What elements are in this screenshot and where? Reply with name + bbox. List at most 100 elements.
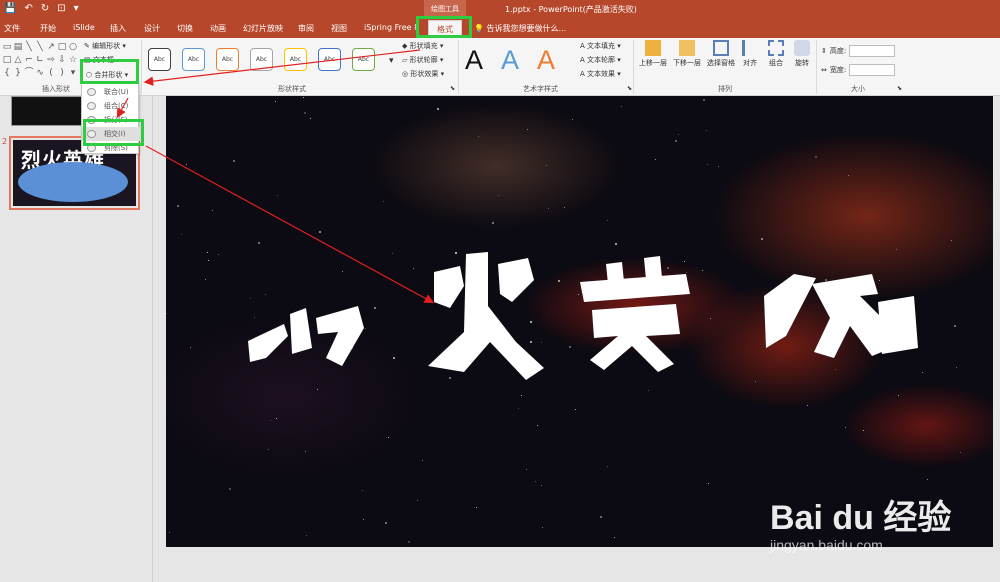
shape-bracket2-icon[interactable]: } bbox=[13, 67, 23, 79]
shape-oval-icon[interactable]: ○ bbox=[68, 41, 78, 53]
shape-effects-button[interactable]: ◎ 形状效果 ▾ bbox=[402, 69, 444, 79]
slide-canvas[interactable] bbox=[166, 96, 993, 547]
shape-gallery[interactable]: ▭ ▤ ╲ ╲ ↗ □ ○ □ △ ⌐ ∟ ⇨ ⇩ ☆ {} ⌒ ∿() ▾ bbox=[2, 41, 78, 79]
shape-arrow-icon[interactable]: ↗ bbox=[46, 41, 56, 53]
star-dot bbox=[303, 97, 304, 98]
group-button[interactable]: 组合 bbox=[766, 40, 786, 68]
shape-line2-icon[interactable]: ╲ bbox=[35, 41, 45, 53]
send-backward-button[interactable]: 下移一层 bbox=[671, 40, 703, 68]
save-icon[interactable]: 💾 bbox=[4, 3, 16, 15]
menu-item-union[interactable]: 联合(U) bbox=[82, 85, 140, 99]
star-dot bbox=[702, 270, 703, 271]
tab-review[interactable]: 审阅 bbox=[298, 23, 314, 34]
star-dot bbox=[647, 292, 649, 294]
shape-bracket3-icon[interactable]: ( bbox=[46, 67, 56, 79]
shape-style-sample[interactable]: Abc bbox=[352, 48, 375, 71]
shape-star-icon[interactable]: ☆ bbox=[68, 54, 78, 66]
customize-qat-icon[interactable]: ▾ bbox=[74, 3, 79, 15]
align-icon bbox=[742, 40, 758, 56]
edit-shape-button[interactable]: ✎ 编辑形状 ▾ bbox=[84, 41, 126, 51]
shape-style-sample[interactable]: Abc bbox=[250, 48, 273, 71]
tab-animations[interactable]: 动画 bbox=[210, 23, 226, 34]
tab-islide[interactable]: iSlide bbox=[73, 23, 95, 32]
star-dot bbox=[807, 405, 808, 406]
shape-line-icon[interactable]: ╲ bbox=[24, 41, 34, 53]
star-dot bbox=[212, 210, 213, 211]
redo-icon[interactable]: ↻ bbox=[41, 3, 49, 15]
star-dot bbox=[527, 129, 528, 130]
shape-style-sample[interactable]: Abc bbox=[182, 48, 205, 71]
shape-fill-button[interactable]: ◆ 形状填充 ▾ bbox=[402, 41, 443, 51]
shape-outline-button[interactable]: ▱ 形状轮廓 ▾ bbox=[402, 55, 443, 65]
star-dot bbox=[208, 260, 209, 261]
shape-fill-label: 形状填充 bbox=[409, 42, 438, 50]
text-effects-button[interactable]: A 文本效果 ▾ bbox=[580, 69, 621, 79]
star-dot bbox=[306, 535, 307, 536]
wordart-sample[interactable]: A bbox=[537, 45, 555, 75]
combine-icon bbox=[87, 102, 96, 110]
bring-forward-button[interactable]: 上移一层 bbox=[637, 40, 669, 68]
shape-elbow-icon[interactable]: ∟ bbox=[35, 54, 45, 66]
star-dot bbox=[317, 389, 318, 390]
star-dot bbox=[755, 381, 756, 382]
size-launcher-icon[interactable]: ⬊ bbox=[897, 85, 902, 92]
tab-home[interactable]: 开始 bbox=[40, 23, 56, 34]
align-button[interactable]: 对齐 bbox=[740, 40, 760, 68]
shape-bracket4-icon[interactable]: ) bbox=[57, 67, 67, 79]
shape-more-icon[interactable]: ▾ bbox=[68, 67, 78, 79]
shape-triangle-icon[interactable]: △ bbox=[13, 54, 23, 66]
tab-transitions[interactable]: 切换 bbox=[177, 23, 193, 34]
tab-slideshow[interactable]: 幻灯片放映 bbox=[243, 23, 283, 34]
tell-me-search[interactable]: 💡 告诉我您想要做什么... bbox=[474, 23, 566, 34]
wordart-sample[interactable]: A bbox=[501, 45, 519, 75]
star-dot bbox=[518, 408, 519, 409]
align-label: 对齐 bbox=[743, 59, 757, 67]
shape-curve-icon[interactable]: ⌒ bbox=[24, 67, 34, 79]
wordart-sample[interactable]: A bbox=[465, 45, 483, 75]
wordart-launcher-icon[interactable]: ⬊ bbox=[627, 85, 632, 92]
shape-wave-icon[interactable]: ∿ bbox=[35, 67, 45, 79]
star-dot bbox=[374, 307, 376, 309]
shape-rect3-icon[interactable]: □ bbox=[2, 54, 12, 66]
width-input[interactable] bbox=[849, 64, 896, 76]
star-dot bbox=[319, 231, 321, 233]
star-dot bbox=[476, 507, 477, 508]
rotate-button[interactable]: 旋转 bbox=[792, 40, 812, 68]
shape-rarrow-icon[interactable]: ⇨ bbox=[46, 54, 56, 66]
touch-mode-icon[interactable]: ⊡ bbox=[57, 3, 65, 15]
shape-bracket-icon[interactable]: { bbox=[2, 67, 12, 79]
menu-item-combine[interactable]: 组合(C) bbox=[82, 99, 140, 113]
tab-insert[interactable]: 插入 bbox=[110, 23, 126, 34]
shape-rect-icon[interactable]: ▭ bbox=[2, 41, 12, 53]
gallery-more-icon[interactable]: ▾ bbox=[389, 56, 394, 66]
star-dot bbox=[607, 466, 608, 467]
height-input[interactable] bbox=[849, 45, 896, 57]
shape-rect2-icon[interactable]: □ bbox=[57, 41, 67, 53]
shape-style-sample[interactable]: Abc bbox=[148, 48, 171, 71]
shape-textbox-icon[interactable]: ▤ bbox=[13, 41, 23, 53]
shape-style-sample[interactable]: Abc bbox=[318, 48, 341, 71]
text-outline-button[interactable]: A 文本轮廓 ▾ bbox=[580, 55, 621, 65]
star-dot bbox=[383, 201, 384, 202]
selection-pane-button[interactable]: 选择窗格 bbox=[704, 40, 738, 68]
star-dot bbox=[678, 134, 679, 135]
text-fill-button[interactable]: A 文本填充 ▾ bbox=[580, 41, 621, 51]
shape-style-gallery: Abc Abc Abc Abc Abc Abc Abc bbox=[148, 48, 375, 71]
star-dot bbox=[177, 205, 179, 207]
shape-style-sample[interactable]: Abc bbox=[284, 48, 307, 71]
shape-style-sample[interactable]: Abc bbox=[216, 48, 239, 71]
tab-design[interactable]: 设计 bbox=[144, 23, 160, 34]
tell-me-text: 告诉我您想要做什么... bbox=[486, 24, 567, 33]
undo-icon[interactable]: ↶ bbox=[24, 3, 32, 15]
intersected-title-shapes[interactable] bbox=[166, 96, 993, 547]
highlight-merge-shapes bbox=[80, 59, 139, 84]
shape-darrow-icon[interactable]: ⇩ bbox=[57, 54, 67, 66]
shape-styles-launcher-icon[interactable]: ⬊ bbox=[450, 85, 455, 92]
star-dot bbox=[498, 195, 499, 196]
tab-view[interactable]: 视图 bbox=[331, 23, 347, 34]
star-dot bbox=[710, 318, 711, 319]
shape-bend-icon[interactable]: ⌐ bbox=[24, 54, 34, 66]
tab-ispring[interactable]: iSpring Free 8 bbox=[364, 23, 419, 32]
tab-file[interactable]: 文件 bbox=[4, 23, 20, 34]
star-dot bbox=[708, 483, 709, 484]
